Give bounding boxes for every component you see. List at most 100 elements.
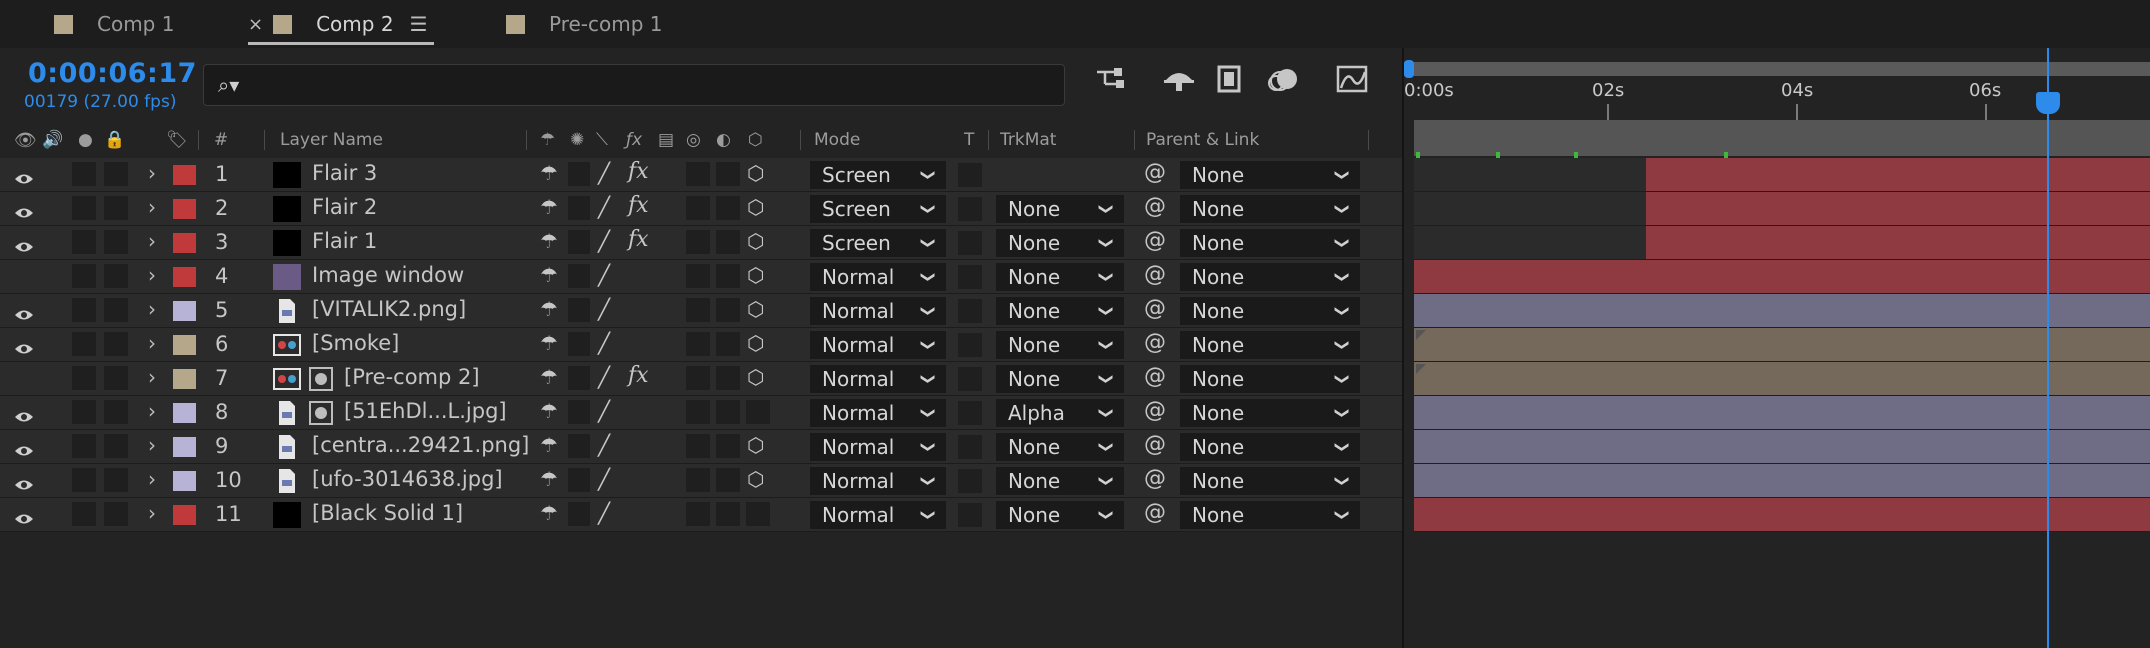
- quality-icon[interactable]: ╱: [598, 467, 610, 491]
- quality-icon[interactable]: ╱: [598, 399, 610, 423]
- switch-box[interactable]: [72, 230, 96, 254]
- pick-whip-icon[interactable]: @: [1144, 466, 1166, 491]
- shy-icon[interactable]: ☂: [540, 467, 558, 491]
- label-color-swatch[interactable]: [173, 335, 196, 355]
- track-matte-dropdown[interactable]: None ❯: [996, 501, 1124, 529]
- switch-box[interactable]: [716, 366, 740, 390]
- expand-chevron-icon[interactable]: ›: [148, 365, 156, 389]
- adjustment-switch-icon[interactable]: ◐: [716, 130, 731, 150]
- close-icon[interactable]: ×: [248, 14, 263, 35]
- 3d-layer-icon[interactable]: ⬡: [747, 229, 764, 253]
- switch-box[interactable]: [686, 332, 710, 356]
- current-time-display[interactable]: 0:00:06:17: [28, 58, 197, 89]
- layer-duration-bar[interactable]: [1414, 328, 2150, 361]
- preserve-transparency-checkbox[interactable]: [958, 163, 982, 187]
- 3d-layer-icon[interactable]: ⬡: [747, 263, 764, 287]
- pick-whip-icon[interactable]: @: [1144, 398, 1166, 423]
- layer-row[interactable]: › 6 [Smoke] ☂ ╱ ⬡ Normal ❯ None ❯ @ None ❯: [0, 328, 1402, 362]
- switch-box[interactable]: [716, 434, 740, 458]
- switch-box[interactable]: [72, 468, 96, 492]
- motion-blur-switch-icon[interactable]: ◎: [686, 130, 701, 150]
- blend-mode-dropdown[interactable]: Screen ❯: [810, 161, 946, 189]
- blend-mode-dropdown[interactable]: Screen ❯: [810, 229, 946, 257]
- blend-mode-dropdown[interactable]: Normal ❯: [810, 331, 946, 359]
- layer-name[interactable]: [51EhDl...L.jpg]: [344, 399, 507, 423]
- quality-icon[interactable]: ╱: [598, 365, 610, 389]
- track-matte-dropdown[interactable]: None ❯: [996, 365, 1124, 393]
- shy-icon[interactable]: ☂: [540, 501, 558, 525]
- quality-icon[interactable]: ╱: [598, 229, 610, 253]
- composition-flowchart-icon[interactable]: [1093, 64, 1129, 100]
- label-color-swatch[interactable]: [173, 369, 196, 389]
- track-matte-dropdown[interactable]: None ❯: [996, 195, 1124, 223]
- collapse-switch[interactable]: [568, 366, 590, 390]
- expand-chevron-icon[interactable]: ›: [148, 331, 156, 355]
- parent-dropdown[interactable]: None ❯: [1180, 501, 1360, 529]
- switch-box[interactable]: [72, 332, 96, 356]
- track-matte-dropdown[interactable]: None ❯: [996, 331, 1124, 359]
- pick-whip-icon[interactable]: @: [1144, 228, 1166, 253]
- switch-box[interactable]: [72, 434, 96, 458]
- pick-whip-icon[interactable]: @: [1144, 330, 1166, 355]
- shy-switch-icon[interactable]: ☂: [540, 130, 555, 150]
- switch-box[interactable]: [686, 162, 710, 186]
- collapse-switch[interactable]: [568, 332, 590, 356]
- switch-box[interactable]: [716, 162, 740, 186]
- switch-box[interactable]: [72, 196, 96, 220]
- switch-box[interactable]: [72, 366, 96, 390]
- parent-dropdown[interactable]: None ❯: [1180, 263, 1360, 291]
- playhead-handle[interactable]: [2036, 92, 2060, 114]
- layer-duration-bar[interactable]: [1414, 464, 2150, 497]
- quality-switch-icon[interactable]: ⟍: [596, 130, 608, 150]
- 3d-layer-icon[interactable]: ⬡: [747, 161, 764, 185]
- switch-box[interactable]: [104, 332, 128, 356]
- layer-name[interactable]: Flair 2: [312, 195, 377, 219]
- switch-box[interactable]: [104, 230, 128, 254]
- switch-box[interactable]: [746, 502, 770, 526]
- label-color-swatch[interactable]: [173, 233, 196, 253]
- label-color-swatch[interactable]: [173, 505, 196, 525]
- blend-mode-dropdown[interactable]: Screen ❯: [810, 195, 946, 223]
- collapse-switch[interactable]: [568, 400, 590, 424]
- switch-box[interactable]: [716, 298, 740, 322]
- layer-row[interactable]: › 9 [centra...29421.png] ☂ ╱ ⬡ Normal ❯ None ❯ @ No…: [0, 430, 1402, 464]
- switch-box[interactable]: [104, 298, 128, 322]
- effects-icon[interactable]: fx: [628, 193, 649, 218]
- preserve-transparency-checkbox[interactable]: [958, 503, 982, 527]
- shy-icon[interactable]: ☂: [540, 433, 558, 457]
- column-layer-name[interactable]: Layer Name: [280, 130, 383, 150]
- tab-comp-2[interactable]: × Comp 2 ☰: [248, 0, 428, 48]
- frame-blend-switch-icon[interactable]: ▤: [658, 130, 674, 150]
- layer-row[interactable]: › 10 [ufo-3014638.jpg] ☂ ╱ ⬡ Normal ❯ None ❯ @ None…: [0, 464, 1402, 498]
- parent-dropdown[interactable]: None ❯: [1180, 297, 1360, 325]
- expand-chevron-icon[interactable]: ›: [148, 399, 156, 423]
- 3d-layer-icon[interactable]: ⬡: [747, 433, 764, 457]
- switch-box[interactable]: [716, 400, 740, 424]
- layer-duration-bar[interactable]: [1414, 362, 2150, 395]
- expand-chevron-icon[interactable]: ›: [148, 501, 156, 525]
- quality-icon[interactable]: ╱: [598, 331, 610, 355]
- collapse-switch[interactable]: [568, 434, 590, 458]
- label-color-swatch[interactable]: [173, 403, 196, 423]
- layer-row[interactable]: › 2 Flair 2 ☂ ╱ fx ⬡ Screen ❯ None ❯ @ None ❯: [0, 192, 1402, 226]
- track-matte-dropdown[interactable]: None ❯: [996, 263, 1124, 291]
- current-time-indicator[interactable]: [2047, 48, 2049, 648]
- eye-icon[interactable]: [14, 201, 34, 218]
- layer-name[interactable]: [Smoke]: [312, 331, 399, 355]
- shy-icon[interactable]: ☂: [540, 263, 558, 287]
- pick-whip-icon[interactable]: @: [1144, 296, 1166, 321]
- collapse-switch[interactable]: [568, 162, 590, 186]
- layer-row[interactable]: › 4 Image window ☂ ╱ ⬡ Normal ❯ None ❯ @ None ❯: [0, 260, 1402, 294]
- parent-dropdown[interactable]: None ❯: [1180, 161, 1360, 189]
- layer-duration-bar[interactable]: [1414, 260, 2150, 293]
- pick-whip-icon[interactable]: @: [1144, 432, 1166, 457]
- parent-dropdown[interactable]: None ❯: [1180, 229, 1360, 257]
- shy-icon[interactable]: ☂: [540, 297, 558, 321]
- switch-box[interactable]: [72, 502, 96, 526]
- expand-chevron-icon[interactable]: ›: [148, 263, 156, 287]
- 3d-layer-icon[interactable]: ⬡: [747, 365, 764, 389]
- eye-icon[interactable]: [14, 439, 34, 456]
- layer-name[interactable]: [VITALIK2.png]: [312, 297, 466, 321]
- label-color-swatch[interactable]: [173, 437, 196, 457]
- pick-whip-icon[interactable]: @: [1144, 262, 1166, 287]
